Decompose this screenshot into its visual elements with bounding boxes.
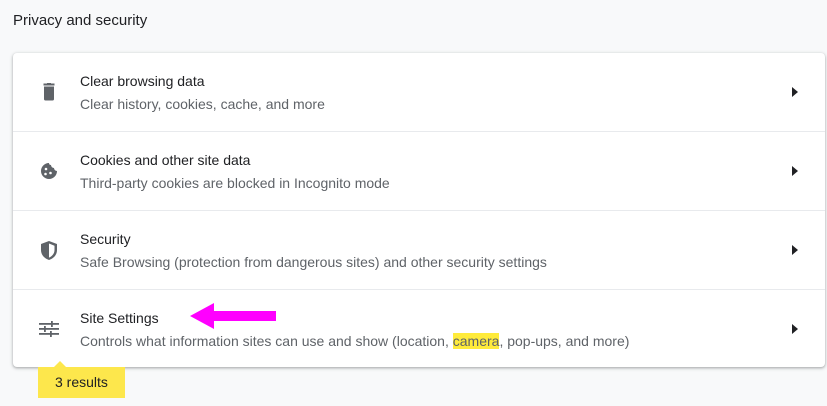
privacy-security-card: Clear browsing data Clear history, cooki… bbox=[13, 53, 825, 367]
site-settings-row[interactable]: Site Settings Controls what information … bbox=[13, 289, 825, 368]
chevron-right-icon bbox=[787, 242, 803, 258]
chevron-right-icon bbox=[787, 84, 803, 100]
chevron-right-icon bbox=[787, 163, 803, 179]
row-title: Security bbox=[80, 230, 131, 247]
security-row[interactable]: Security Safe Browsing (protection from … bbox=[13, 210, 825, 289]
row-title: Clear browsing data bbox=[80, 72, 205, 89]
section-title: Privacy and security bbox=[13, 12, 148, 29]
chevron-right-icon bbox=[787, 321, 803, 337]
cookies-site-data-row[interactable]: Cookies and other site data Third-party … bbox=[13, 131, 825, 210]
annotation-arrow-icon bbox=[190, 303, 278, 334]
row-subtitle: Clear history, cookies, cache, and more bbox=[80, 95, 325, 112]
row-subtitle: Third-party cookies are blocked in Incog… bbox=[80, 174, 390, 191]
row-subtitle: Safe Browsing (protection from dangerous… bbox=[80, 253, 547, 270]
row-title: Site Settings bbox=[80, 309, 159, 326]
search-results-bubble: 3 results bbox=[38, 361, 125, 398]
row-subtitle: Controls what information sites can use … bbox=[80, 332, 630, 349]
shield-icon bbox=[38, 239, 60, 261]
trash-icon bbox=[38, 81, 60, 103]
cookie-icon bbox=[38, 160, 60, 182]
search-highlight: camera bbox=[452, 332, 500, 349]
sliders-icon bbox=[38, 318, 60, 340]
clear-browsing-data-row[interactable]: Clear browsing data Clear history, cooki… bbox=[13, 53, 825, 131]
row-title: Cookies and other site data bbox=[80, 151, 251, 168]
